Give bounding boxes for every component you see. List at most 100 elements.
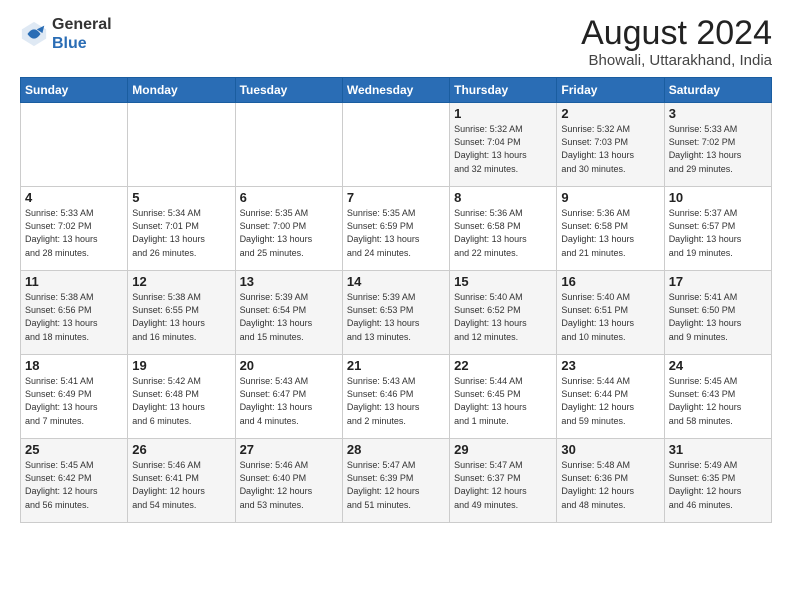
- calendar-cell-5-2: 26 Sunrise: 5:46 AM Sunset: 6:41 PM Dayli…: [128, 439, 235, 523]
- calendar-cell-3-2: 12Sunrise: 5:38 AM Sunset: 6:55 PM Dayli…: [128, 271, 235, 355]
- day-number: 7: [347, 190, 445, 205]
- weekday-header-sunday: Sunday: [21, 78, 128, 103]
- day-info: Sunrise: 5:41 AM Sunset: 6:49 PM Dayligh…: [25, 375, 123, 427]
- main-title: August 2024: [581, 15, 772, 52]
- day-info: Sunrise: 5:35 AM Sunset: 6:59 PM Dayligh…: [347, 207, 445, 259]
- day-number: 16: [561, 274, 659, 289]
- calendar-table: SundayMondayTuesdayWednesdayThursdayFrid…: [20, 77, 772, 523]
- day-info: Sunrise: 5:43 AM Sunset: 6:47 PM Dayligh…: [240, 375, 338, 427]
- calendar-cell-2-7: 10 Sunrise: 5:37 AM Sunset: 6:57 PM Dayli…: [664, 187, 771, 271]
- day-info: Sunrise: 5:34 AM Sunset: 7:01 PM Dayligh…: [132, 207, 230, 259]
- logo-general: General: [52, 15, 112, 34]
- calendar-cell-4-3: 20 Sunrise: 5:43 AM Sunset: 6:47 PM Dayli…: [235, 355, 342, 439]
- day-number: 24: [669, 358, 767, 373]
- logo-icon: [20, 20, 48, 48]
- calendar-cell-4-4: 21 Sunrise: 5:43 AM Sunset: 6:46 PM Dayli…: [342, 355, 449, 439]
- day-number: 28: [347, 442, 445, 457]
- calendar-week-row-3: 11 Sunrise: 5:38 AM Sunset: 6:56 PM Dayli…: [21, 271, 772, 355]
- day-info: Sunrise: 5:37 AM Sunset: 6:57 PM Dayligh…: [669, 207, 767, 259]
- calendar-cell-3-3: 13Sunrise: 5:39 AM Sunset: 6:54 PM Dayli…: [235, 271, 342, 355]
- day-number: 2: [561, 106, 659, 121]
- day-info: Sunrise: 5:41 AM Sunset: 6:50 PM Dayligh…: [669, 291, 767, 343]
- calendar-cell-1-2: [128, 103, 235, 187]
- calendar-cell-2-5: 8Sunrise: 5:36 AM Sunset: 6:58 PM Daylig…: [450, 187, 557, 271]
- day-info: Sunrise: 5:33 AM Sunset: 7:02 PM Dayligh…: [25, 207, 123, 259]
- calendar-cell-1-7: 3 Sunrise: 5:33 AM Sunset: 7:02 PM Daylig…: [664, 103, 771, 187]
- day-number: 27: [240, 442, 338, 457]
- day-info: Sunrise: 5:36 AM Sunset: 6:58 PM Dayligh…: [561, 207, 659, 259]
- calendar-cell-3-1: 11 Sunrise: 5:38 AM Sunset: 6:56 PM Dayli…: [21, 271, 128, 355]
- calendar-cell-1-1: [21, 103, 128, 187]
- logo-blue: Blue: [52, 34, 112, 53]
- day-number: 18: [25, 358, 123, 373]
- day-number: 21: [347, 358, 445, 373]
- day-number: 1: [454, 106, 552, 121]
- calendar-cell-5-1: 25Sunrise: 5:45 AM Sunset: 6:42 PM Dayli…: [21, 439, 128, 523]
- day-info: Sunrise: 5:48 AM Sunset: 6:36 PM Dayligh…: [561, 459, 659, 511]
- weekday-header-wednesday: Wednesday: [342, 78, 449, 103]
- calendar-cell-3-6: 16 Sunrise: 5:40 AM Sunset: 6:51 PM Dayli…: [557, 271, 664, 355]
- day-number: 11: [25, 274, 123, 289]
- calendar-cell-3-4: 14 Sunrise: 5:39 AM Sunset: 6:53 PM Dayli…: [342, 271, 449, 355]
- page: General Blue August 2024 Bhowali, Uttara…: [0, 0, 792, 612]
- calendar-week-row-2: 4 Sunrise: 5:33 AM Sunset: 7:02 PM Daylig…: [21, 187, 772, 271]
- calendar-cell-4-6: 23Sunrise: 5:44 AM Sunset: 6:44 PM Dayli…: [557, 355, 664, 439]
- calendar-cell-2-1: 4 Sunrise: 5:33 AM Sunset: 7:02 PM Daylig…: [21, 187, 128, 271]
- subtitle: Bhowali, Uttarakhand, India: [581, 52, 772, 69]
- day-info: Sunrise: 5:45 AM Sunset: 6:43 PM Dayligh…: [669, 375, 767, 427]
- day-info: Sunrise: 5:42 AM Sunset: 6:48 PM Dayligh…: [132, 375, 230, 427]
- calendar-cell-4-5: 22Sunrise: 5:44 AM Sunset: 6:45 PM Dayli…: [450, 355, 557, 439]
- calendar-week-row-5: 25Sunrise: 5:45 AM Sunset: 6:42 PM Dayli…: [21, 439, 772, 523]
- day-info: Sunrise: 5:47 AM Sunset: 6:37 PM Dayligh…: [454, 459, 552, 511]
- calendar-week-row-4: 18 Sunrise: 5:41 AM Sunset: 6:49 PM Dayli…: [21, 355, 772, 439]
- logo: General Blue: [20, 15, 112, 53]
- title-section: August 2024 Bhowali, Uttarakhand, India: [581, 15, 772, 69]
- day-info: Sunrise: 5:40 AM Sunset: 6:52 PM Dayligh…: [454, 291, 552, 343]
- calendar-cell-5-6: 30 Sunrise: 5:48 AM Sunset: 6:36 PM Dayli…: [557, 439, 664, 523]
- day-info: Sunrise: 5:43 AM Sunset: 6:46 PM Dayligh…: [347, 375, 445, 427]
- day-info: Sunrise: 5:39 AM Sunset: 6:54 PM Dayligh…: [240, 291, 338, 343]
- header: General Blue August 2024 Bhowali, Uttara…: [20, 15, 772, 69]
- calendar-cell-1-6: 2 Sunrise: 5:32 AM Sunset: 7:03 PM Daylig…: [557, 103, 664, 187]
- weekday-header-monday: Monday: [128, 78, 235, 103]
- day-info: Sunrise: 5:46 AM Sunset: 6:41 PM Dayligh…: [132, 459, 230, 511]
- day-number: 15: [454, 274, 552, 289]
- day-info: Sunrise: 5:39 AM Sunset: 6:53 PM Dayligh…: [347, 291, 445, 343]
- day-number: 8: [454, 190, 552, 205]
- day-number: 20: [240, 358, 338, 373]
- day-number: 23: [561, 358, 659, 373]
- calendar-cell-3-5: 15 Sunrise: 5:40 AM Sunset: 6:52 PM Dayli…: [450, 271, 557, 355]
- day-info: Sunrise: 5:46 AM Sunset: 6:40 PM Dayligh…: [240, 459, 338, 511]
- calendar-cell-4-2: 19Sunrise: 5:42 AM Sunset: 6:48 PM Dayli…: [128, 355, 235, 439]
- day-info: Sunrise: 5:49 AM Sunset: 6:35 PM Dayligh…: [669, 459, 767, 511]
- day-number: 4: [25, 190, 123, 205]
- calendar-cell-2-6: 9 Sunrise: 5:36 AM Sunset: 6:58 PM Daylig…: [557, 187, 664, 271]
- calendar-cell-4-1: 18 Sunrise: 5:41 AM Sunset: 6:49 PM Dayli…: [21, 355, 128, 439]
- day-number: 3: [669, 106, 767, 121]
- calendar-cell-5-5: 29Sunrise: 5:47 AM Sunset: 6:37 PM Dayli…: [450, 439, 557, 523]
- day-number: 9: [561, 190, 659, 205]
- weekday-header-friday: Friday: [557, 78, 664, 103]
- calendar-cell-2-2: 5 Sunrise: 5:34 AM Sunset: 7:01 PM Daylig…: [128, 187, 235, 271]
- day-info: Sunrise: 5:47 AM Sunset: 6:39 PM Dayligh…: [347, 459, 445, 511]
- day-number: 14: [347, 274, 445, 289]
- day-info: Sunrise: 5:45 AM Sunset: 6:42 PM Dayligh…: [25, 459, 123, 511]
- calendar-cell-5-3: 27 Sunrise: 5:46 AM Sunset: 6:40 PM Dayli…: [235, 439, 342, 523]
- day-number: 5: [132, 190, 230, 205]
- day-number: 10: [669, 190, 767, 205]
- day-number: 31: [669, 442, 767, 457]
- calendar-cell-3-7: 17Sunrise: 5:41 AM Sunset: 6:50 PM Dayli…: [664, 271, 771, 355]
- day-number: 6: [240, 190, 338, 205]
- day-info: Sunrise: 5:35 AM Sunset: 7:00 PM Dayligh…: [240, 207, 338, 259]
- calendar-cell-4-7: 24 Sunrise: 5:45 AM Sunset: 6:43 PM Dayli…: [664, 355, 771, 439]
- day-info: Sunrise: 5:32 AM Sunset: 7:03 PM Dayligh…: [561, 123, 659, 175]
- weekday-header-thursday: Thursday: [450, 78, 557, 103]
- day-info: Sunrise: 5:44 AM Sunset: 6:45 PM Dayligh…: [454, 375, 552, 427]
- day-info: Sunrise: 5:32 AM Sunset: 7:04 PM Dayligh…: [454, 123, 552, 175]
- day-info: Sunrise: 5:38 AM Sunset: 6:56 PM Dayligh…: [25, 291, 123, 343]
- day-info: Sunrise: 5:33 AM Sunset: 7:02 PM Dayligh…: [669, 123, 767, 175]
- day-number: 30: [561, 442, 659, 457]
- day-number: 26: [132, 442, 230, 457]
- day-info: Sunrise: 5:40 AM Sunset: 6:51 PM Dayligh…: [561, 291, 659, 343]
- calendar-cell-5-4: 28 Sunrise: 5:47 AM Sunset: 6:39 PM Dayli…: [342, 439, 449, 523]
